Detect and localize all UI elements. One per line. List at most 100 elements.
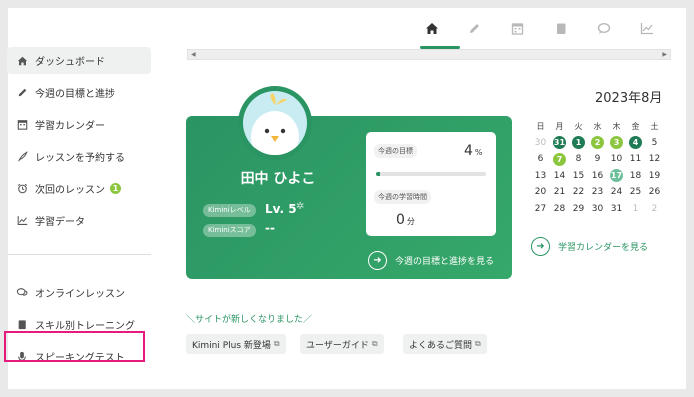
calendar-weekday: 金: [631, 121, 640, 131]
scroll-right-icon[interactable]: ▶: [662, 50, 667, 59]
weekly-time-value: 0分: [396, 212, 415, 228]
calendar-weekday: 日: [536, 121, 545, 131]
calendar-day[interactable]: 19: [645, 168, 664, 183]
arrow-right-icon: ➜: [531, 236, 550, 256]
calendar-day[interactable]: 22: [569, 185, 588, 200]
weekly-goals-link[interactable]: ➜ 今週の目標と進捗を見る: [368, 250, 494, 270]
calendar-day[interactable]: 26: [645, 185, 664, 200]
user-name: 田中 ひよこ: [240, 171, 316, 187]
sidebar-item-book-lesson[interactable]: レッスンを予約する: [7, 143, 151, 170]
news-button-faq[interactable]: よくあるご質問 ⧉: [403, 334, 487, 354]
level-value: Lv. 5: [265, 202, 297, 216]
calendar-day[interactable]: 15: [569, 168, 588, 183]
nav-home-icon[interactable]: [410, 22, 453, 48]
calendar-day[interactable]: 8: [569, 152, 588, 167]
sidebar-item-label: 今週の目標と進捗: [35, 89, 115, 100]
calendar-day[interactable]: 12: [645, 152, 664, 167]
calendar-day[interactable]: 2: [588, 135, 607, 150]
calendar-day[interactable]: 24: [607, 185, 626, 200]
calendar-day[interactable]: 31: [607, 201, 626, 216]
calendar-week-row: 20 21 22 23 24 25 26: [531, 184, 671, 201]
calendar-day[interactable]: 23: [588, 185, 607, 200]
calendar-day[interactable]: 17: [607, 168, 626, 183]
calendar-day[interactable]: 21: [550, 185, 569, 200]
calendar-day[interactable]: 4: [626, 135, 645, 150]
nav-chat-bubble-icon[interactable]: [582, 22, 625, 48]
calendar-day[interactable]: 1: [569, 135, 588, 150]
top-nav: [410, 22, 668, 48]
news-button-user-guide[interactable]: ユーザーガイド ⧉: [300, 334, 384, 354]
external-link-icon: ⧉: [371, 339, 378, 348]
sidebar-item-next-lesson[interactable]: 次回のレッスン 1: [7, 175, 151, 202]
arrow-right-icon: ➜: [368, 250, 387, 270]
calendar-day[interactable]: 28: [550, 201, 569, 216]
sidebar-item-label: 学習データ: [35, 217, 85, 228]
weekly-progress-box: 今週の目標 4% 今週の学習時間 0分: [366, 132, 496, 236]
calendar-day[interactable]: 5: [645, 135, 664, 150]
lesson-day-marker: 3: [610, 136, 623, 150]
weekly-goal-progress-bar: [376, 172, 486, 176]
home-icon: [15, 54, 29, 68]
quill-icon: [15, 150, 29, 164]
notification-badge: 1: [110, 183, 121, 194]
news-button-label: ユーザーガイド: [306, 340, 369, 351]
calendar-weekday: 土: [650, 121, 659, 131]
nav-line-chart-icon[interactable]: [625, 22, 668, 48]
calendar-weekday-row: 日月火水木金土: [531, 118, 671, 135]
progress-fill: [376, 172, 381, 176]
calendar-day[interactable]: 10: [607, 152, 626, 167]
level-label: Kiminiレベル: [203, 204, 256, 217]
calendar-icon: [15, 118, 29, 132]
sidebar-item-label: 次回のレッスン: [35, 185, 105, 196]
calendar-day[interactable]: 30: [588, 201, 607, 216]
scroll-left-icon[interactable]: ◀: [191, 50, 196, 59]
calendar-day[interactable]: 2: [645, 201, 664, 216]
calendar-weekday: 月: [555, 121, 564, 131]
calendar-day[interactable]: 11: [626, 152, 645, 167]
calendar-week-row: 30 31 1 2 3 4 5: [531, 135, 671, 152]
nav-book-icon[interactable]: [539, 22, 582, 48]
nav-pencil-icon[interactable]: [453, 22, 496, 48]
calendar-day[interactable]: 18: [626, 168, 645, 183]
sidebar-item-dashboard[interactable]: ダッシュボード: [7, 47, 151, 74]
calendar-day[interactable]: 27: [531, 201, 550, 216]
calendar-day[interactable]: 7: [550, 152, 569, 167]
sidebar-item-learning-data[interactable]: 学習データ: [7, 207, 151, 234]
news-button-kimini-plus[interactable]: Kimini Plus 新登場 ⧉: [186, 334, 286, 354]
calendar-week-row: 27 28 29 30 31 1 2: [531, 201, 671, 218]
calendar-day[interactable]: 14: [550, 168, 569, 183]
alarm-clock-icon: [15, 182, 29, 196]
sidebar-item-online-lesson[interactable]: オンラインレッスン: [7, 279, 151, 306]
calendar-day[interactable]: 9: [588, 152, 607, 167]
calendar-day[interactable]: 16: [588, 168, 607, 183]
gear-icon[interactable]: ✲: [296, 201, 304, 212]
calendar-day[interactable]: 31: [550, 135, 569, 150]
sidebar-item-label: 学習カレンダー: [35, 121, 105, 132]
lesson-day-marker: 31: [553, 136, 566, 150]
calendar-day[interactable]: 6: [531, 152, 550, 167]
sidebar-item-label: レッスンを予約する: [35, 153, 125, 164]
calendar-title: 2023年8月: [595, 91, 663, 106]
sidebar-item-calendar[interactable]: 学習カレンダー: [7, 111, 151, 138]
calendar-day[interactable]: 3: [607, 135, 626, 150]
sidebar-item-label: スキル別トレーニング: [35, 321, 135, 332]
calendar-day[interactable]: 20: [531, 185, 550, 200]
sidebar-item-label: オンラインレッスン: [35, 289, 125, 300]
calendar-day[interactable]: 30: [531, 135, 550, 150]
horizontal-scrollbar[interactable]: ◀ ▶: [187, 49, 671, 60]
news-button-label: よくあるご質問: [409, 340, 473, 351]
nav-calendar-icon[interactable]: [496, 22, 539, 48]
calendar-day[interactable]: 13: [531, 168, 550, 183]
calendar-day[interactable]: 25: [626, 185, 645, 200]
sidebar-item-weekly-goals[interactable]: 今週の目標と進捗: [7, 79, 151, 106]
external-link-icon: ⧉: [273, 339, 280, 348]
score-value: --: [265, 221, 275, 235]
calendar-link[interactable]: ➜ 学習カレンダーを見る: [531, 236, 648, 256]
weekly-goal-label: 今週の目標: [374, 144, 417, 158]
calendar-day[interactable]: 1: [626, 201, 645, 216]
calendar-weekday: 木: [612, 121, 621, 131]
score-label: Kiminiスコア: [203, 224, 256, 237]
chick-mascot-icon: [243, 91, 307, 155]
calendar-day[interactable]: 29: [569, 201, 588, 216]
lesson-day-marker: 2: [591, 136, 604, 150]
